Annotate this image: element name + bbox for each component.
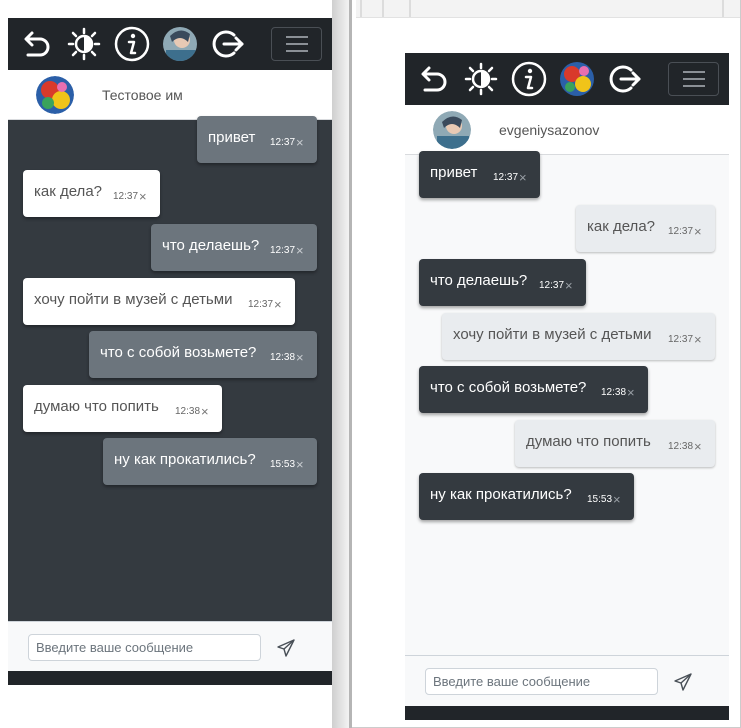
chat-header: Тестовое им xyxy=(8,70,332,120)
message-outgoing: как дела? 12:37 × xyxy=(576,205,715,252)
message-incoming: ну как прокатились? 15:53 × xyxy=(419,473,634,520)
message-time: 12:37 xyxy=(539,280,565,291)
menu-toggle-button[interactable] xyxy=(668,62,719,96)
message-outgoing: что делаешь? 12:37 × xyxy=(151,224,317,271)
delete-message-icon[interactable]: × xyxy=(296,135,304,150)
undo-icon[interactable] xyxy=(413,59,453,99)
message-outgoing: что с собой возьмете? 12:38 × xyxy=(89,331,317,378)
message-incoming: что с собой возьмете? 12:38 × xyxy=(419,366,648,413)
delete-message-icon[interactable]: × xyxy=(694,332,702,347)
undo-icon[interactable] xyxy=(16,24,56,64)
message-text: хочу пойти в музей с детьми xyxy=(34,291,233,308)
message-incoming: привет 12:37 × xyxy=(419,151,540,198)
message-time: 12:38 xyxy=(601,387,627,398)
delete-message-icon[interactable]: × xyxy=(201,404,209,419)
message-time: 15:53 xyxy=(270,459,296,470)
message-list: привет 12:37 × как дела? 12:37 × что делае… xyxy=(405,151,729,655)
user-avatar[interactable] xyxy=(160,24,200,64)
message-time: 12:37 xyxy=(270,245,296,256)
menu-toggle-button[interactable] xyxy=(271,27,322,61)
footer-bar xyxy=(8,671,332,685)
delete-message-icon[interactable]: × xyxy=(274,297,282,312)
navbar xyxy=(8,18,332,70)
message-outgoing: хочу пойти в музей с детьми 12:37 × xyxy=(442,313,715,360)
message-outgoing: думаю что попить 12:38 × xyxy=(515,420,715,467)
message-text: думаю что попить xyxy=(34,398,159,415)
message-text: хочу пойти в музей с детьми xyxy=(453,326,652,343)
message-text: что с собой возьмете? xyxy=(430,379,587,396)
logout-icon[interactable] xyxy=(605,59,645,99)
user-avatar[interactable] xyxy=(557,59,597,99)
contact-avatar[interactable] xyxy=(433,111,471,149)
delete-message-icon[interactable]: × xyxy=(627,385,635,400)
message-time: 12:38 xyxy=(270,352,296,363)
message-time: 12:37 xyxy=(668,334,694,345)
chat-app-light: evgeniysazonov привет 12:37 × как дела? 1… xyxy=(405,53,729,720)
chat-header: evgeniysazonov xyxy=(405,105,729,155)
footer-bar xyxy=(405,706,729,720)
message-time: 15:53 xyxy=(587,494,613,505)
info-icon[interactable] xyxy=(509,59,549,99)
message-text: как дела? xyxy=(34,183,102,200)
message-text: ну как прокатились? xyxy=(114,451,256,468)
theme-toggle-icon[interactable] xyxy=(64,24,104,64)
delete-message-icon[interactable]: × xyxy=(519,170,527,185)
screen: Тестовое им привет 12:37 × как дела? 12:3… xyxy=(0,0,741,728)
message-list: привет 12:37 × как дела? 12:37 × что делае… xyxy=(8,116,332,621)
message-incoming: как дела? 12:37 × xyxy=(23,170,160,217)
logout-icon[interactable] xyxy=(208,24,248,64)
message-input[interactable] xyxy=(28,634,261,661)
delete-message-icon[interactable]: × xyxy=(613,492,621,507)
message-text: привет xyxy=(208,129,256,146)
delete-message-icon[interactable]: × xyxy=(296,243,304,258)
delete-message-icon[interactable]: × xyxy=(139,189,147,204)
message-text: как дела? xyxy=(587,218,655,235)
theme-toggle-icon[interactable] xyxy=(461,59,501,99)
message-text: думаю что попить xyxy=(526,433,651,450)
message-text: привет xyxy=(430,164,478,181)
message-time: 12:38 xyxy=(668,441,694,452)
message-incoming: что делаешь? 12:37 × xyxy=(419,259,586,306)
delete-message-icon[interactable]: × xyxy=(296,350,304,365)
message-text: что с собой возьмете? xyxy=(100,344,257,361)
navbar xyxy=(405,53,729,105)
send-icon[interactable] xyxy=(673,672,693,692)
contact-avatar[interactable] xyxy=(36,76,74,114)
message-text: ну как прокатились? xyxy=(430,486,572,503)
message-time: 12:37 xyxy=(113,191,139,202)
message-text: что делаешь? xyxy=(430,272,528,289)
browser-top-strip xyxy=(356,0,740,18)
delete-message-icon[interactable]: × xyxy=(694,224,702,239)
delete-message-icon[interactable]: × xyxy=(694,439,702,454)
message-outgoing: привет 12:37 × xyxy=(197,116,317,163)
message-time: 12:37 xyxy=(248,299,274,310)
window-shadow xyxy=(332,0,350,728)
message-time: 12:37 xyxy=(270,137,296,148)
message-text: что делаешь? xyxy=(162,237,260,254)
info-icon[interactable] xyxy=(112,24,152,64)
send-icon[interactable] xyxy=(276,638,296,658)
message-outgoing: ну как прокатились? 15:53 × xyxy=(103,438,317,485)
message-incoming: хочу пойти в музей с детьми 12:37 × xyxy=(23,278,295,325)
chat-app-dark: Тестовое им привет 12:37 × как дела? 12:3… xyxy=(8,18,332,685)
message-time: 12:37 xyxy=(668,226,694,237)
delete-message-icon[interactable]: × xyxy=(565,278,573,293)
chat-name: Тестовое им xyxy=(102,87,183,103)
message-incoming: думаю что попить 12:38 × xyxy=(23,385,222,432)
message-time: 12:38 xyxy=(175,406,201,417)
chat-name: evgeniysazonov xyxy=(499,122,600,138)
delete-message-icon[interactable]: × xyxy=(296,457,304,472)
message-time: 12:37 xyxy=(493,172,519,183)
message-input[interactable] xyxy=(425,668,658,695)
